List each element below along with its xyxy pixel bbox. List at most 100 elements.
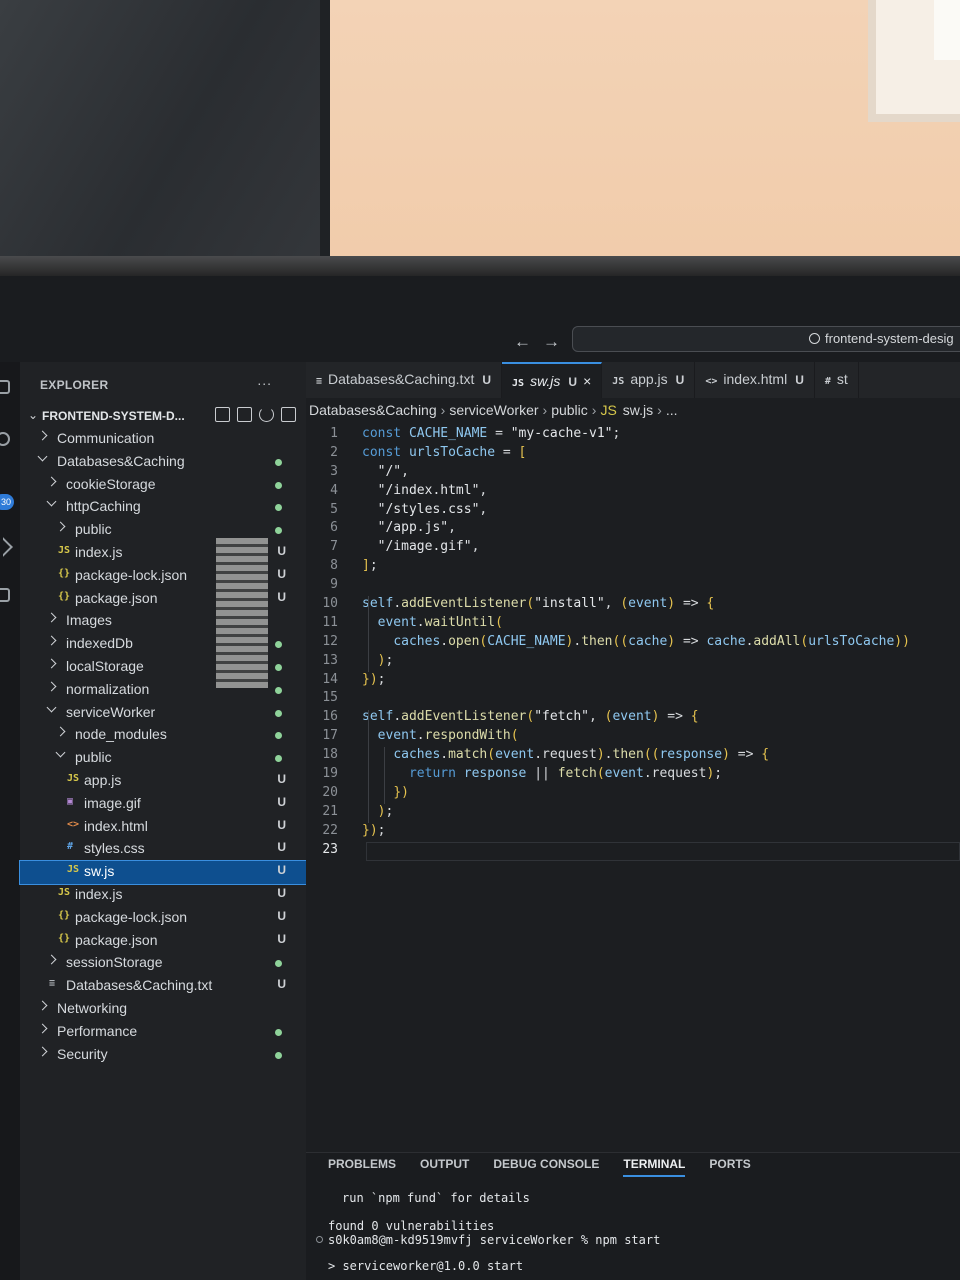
- editor-tab[interactable]: # st: [815, 362, 859, 398]
- panel-tab[interactable]: DEBUG CONSOLE: [493, 1157, 599, 1177]
- tree-folder[interactable]: httpCaching: [20, 496, 306, 519]
- close-icon[interactable]: ×: [583, 373, 591, 389]
- breadcrumb-item[interactable]: ...: [666, 402, 678, 418]
- code-text: "/app.js",: [377, 520, 456, 536]
- tree-folder[interactable]: Communication: [20, 428, 306, 451]
- editor-tab[interactable]: JS app.js U: [602, 362, 696, 398]
- source-control-badge[interactable]: 30: [0, 494, 14, 510]
- tree-folder[interactable]: Networking: [20, 998, 306, 1021]
- code-line[interactable]: 22});: [306, 823, 960, 842]
- code-line[interactable]: 4 "/index.html",: [306, 483, 960, 502]
- tab-file-icon: JS: [612, 376, 625, 387]
- breadcrumb-item[interactable]: sw.js: [623, 402, 653, 418]
- panel-tab[interactable]: PORTS: [709, 1157, 750, 1177]
- breadcrumb-item[interactable]: Databases&Caching: [309, 402, 437, 418]
- tree-item-label: serviceWorker: [66, 703, 156, 720]
- code-line[interactable]: 6 "/app.js",: [306, 520, 960, 539]
- json-file-icon: {}: [58, 567, 71, 579]
- tree-item-label: Databases&Caching: [57, 452, 185, 469]
- tree-folder[interactable]: Security: [20, 1044, 306, 1067]
- tree-folder[interactable]: Performance: [20, 1021, 306, 1044]
- terminal-output[interactable]: run `npm fund` for details found 0 vulner…: [316, 1191, 660, 1273]
- code-line[interactable]: 21 );: [306, 804, 960, 823]
- code-line[interactable]: 16 self.addEventListener("fetch", (event)…: [306, 709, 960, 728]
- run-debug-icon[interactable]: [0, 537, 13, 557]
- code-line[interactable]: 5 "/styles.css",: [306, 502, 960, 521]
- code-line[interactable]: 12 caches.open(CACHE_NAME).then((cache) …: [306, 634, 960, 653]
- tree-file[interactable]: JS index.js U: [20, 884, 306, 907]
- collapse-all-icon[interactable]: [281, 407, 296, 422]
- chevron-down-icon: [47, 499, 57, 509]
- new-file-icon[interactable]: [215, 407, 230, 422]
- new-folder-icon[interactable]: [237, 407, 252, 422]
- tree-file[interactable]: <> index.html U: [20, 816, 306, 839]
- code-line[interactable]: 11 event.waitUntil(: [306, 615, 960, 634]
- more-actions-icon[interactable]: ...: [257, 372, 272, 388]
- tree-item-label: Networking: [57, 999, 128, 1016]
- code-line[interactable]: 20 }): [306, 785, 960, 804]
- line-number: 6: [330, 520, 338, 536]
- code-line[interactable]: 9: [306, 577, 960, 596]
- tree-folder[interactable]: cookieStorage: [20, 474, 306, 497]
- code-line[interactable]: 13 );: [306, 653, 960, 672]
- tree-file[interactable]: {} package-lock.json U: [20, 907, 306, 930]
- code-line[interactable]: 7 "/image.gif",: [306, 539, 960, 558]
- back-arrow-icon[interactable]: ←: [514, 332, 543, 351]
- title-bar: ←→ frontend-system-desig: [0, 276, 960, 362]
- line-number: 5: [330, 501, 338, 517]
- tree-file[interactable]: {} package.json U: [20, 930, 306, 953]
- code-line[interactable]: 2 const urlsToCache = [: [306, 445, 960, 464]
- editor-tab[interactable]: ≡ Databases&Caching.txt U: [306, 362, 503, 398]
- tree-folder[interactable]: public: [20, 747, 306, 770]
- breadcrumb-item[interactable]: serviceWorker: [449, 402, 538, 418]
- tree-file[interactable]: ▣ image.gif U: [20, 793, 306, 816]
- code-line[interactable]: 18 caches.match(event.request).then((res…: [306, 747, 960, 766]
- editor-tab[interactable]: <> index.html U: [695, 362, 815, 398]
- editor-tab[interactable]: JS sw.js U ×: [502, 362, 603, 398]
- git-status-badge: U: [277, 885, 286, 900]
- tree-folder[interactable]: serviceWorker: [20, 702, 306, 725]
- git-status-badge: U: [277, 794, 286, 809]
- code-line[interactable]: 14});: [306, 672, 960, 691]
- workspace-root[interactable]: ⌄ FRONTEND-SYSTEM-D...: [24, 406, 302, 428]
- tree-folder[interactable]: node_modules: [20, 724, 306, 747]
- tree-item-label: normalization: [66, 680, 150, 697]
- code-editor[interactable]: 1 const CACHE_NAME = "my-cache-v1"; 2 const…: [306, 426, 960, 861]
- tree-item-label: package-lock.json: [75, 566, 188, 583]
- code-text: ];: [362, 558, 378, 574]
- tree-file[interactable]: JS sw.js U: [19, 860, 307, 885]
- tree-item-label: public: [75, 749, 112, 766]
- tree-file[interactable]: ≡ Databases&Caching.txt U: [20, 975, 306, 998]
- javascript-file-icon: JS: [67, 864, 80, 876]
- code-line[interactable]: 10 self.addEventListener("install", (even…: [306, 596, 960, 615]
- nav-arrows[interactable]: ←→: [514, 332, 572, 352]
- tab-label: sw.js: [530, 373, 561, 389]
- code-line[interactable]: 3 "/",: [306, 464, 960, 483]
- search-icon[interactable]: [0, 432, 10, 446]
- code-line[interactable]: 23: [306, 841, 960, 861]
- refresh-icon[interactable]: [259, 407, 274, 422]
- code-line[interactable]: 15: [306, 690, 960, 709]
- files-icon[interactable]: [0, 380, 10, 394]
- tree-file[interactable]: JS app.js U: [20, 770, 306, 793]
- line-number: 1: [330, 426, 338, 441]
- code-text: event.waitUntil(: [377, 614, 503, 630]
- code-line[interactable]: 1 const CACHE_NAME = "my-cache-v1";: [306, 426, 960, 445]
- code-line[interactable]: 8];: [306, 558, 960, 577]
- line-number: 17: [322, 728, 338, 744]
- forward-arrow-icon[interactable]: →: [543, 332, 572, 351]
- extensions-icon[interactable]: [0, 588, 10, 602]
- panel-tab[interactable]: TERMINAL: [623, 1157, 686, 1177]
- code-text: "/index.html",: [377, 482, 488, 498]
- command-center-search[interactable]: frontend-system-desig: [572, 326, 960, 352]
- breadcrumb-item[interactable]: public: [551, 402, 588, 418]
- code-line[interactable]: 19 return response || fetch(event.reques…: [306, 766, 960, 785]
- tree-folder[interactable]: sessionStorage: [20, 952, 306, 975]
- tree-file[interactable]: # styles.css U: [20, 838, 306, 861]
- chevron-right-icon: [38, 1047, 48, 1057]
- untracked-dot-icon: [275, 641, 282, 649]
- tree-folder[interactable]: Databases&Caching: [20, 451, 306, 474]
- panel-tab[interactable]: PROBLEMS: [328, 1157, 396, 1177]
- code-line[interactable]: 17 event.respondWith(: [306, 728, 960, 747]
- panel-tab[interactable]: OUTPUT: [420, 1157, 469, 1177]
